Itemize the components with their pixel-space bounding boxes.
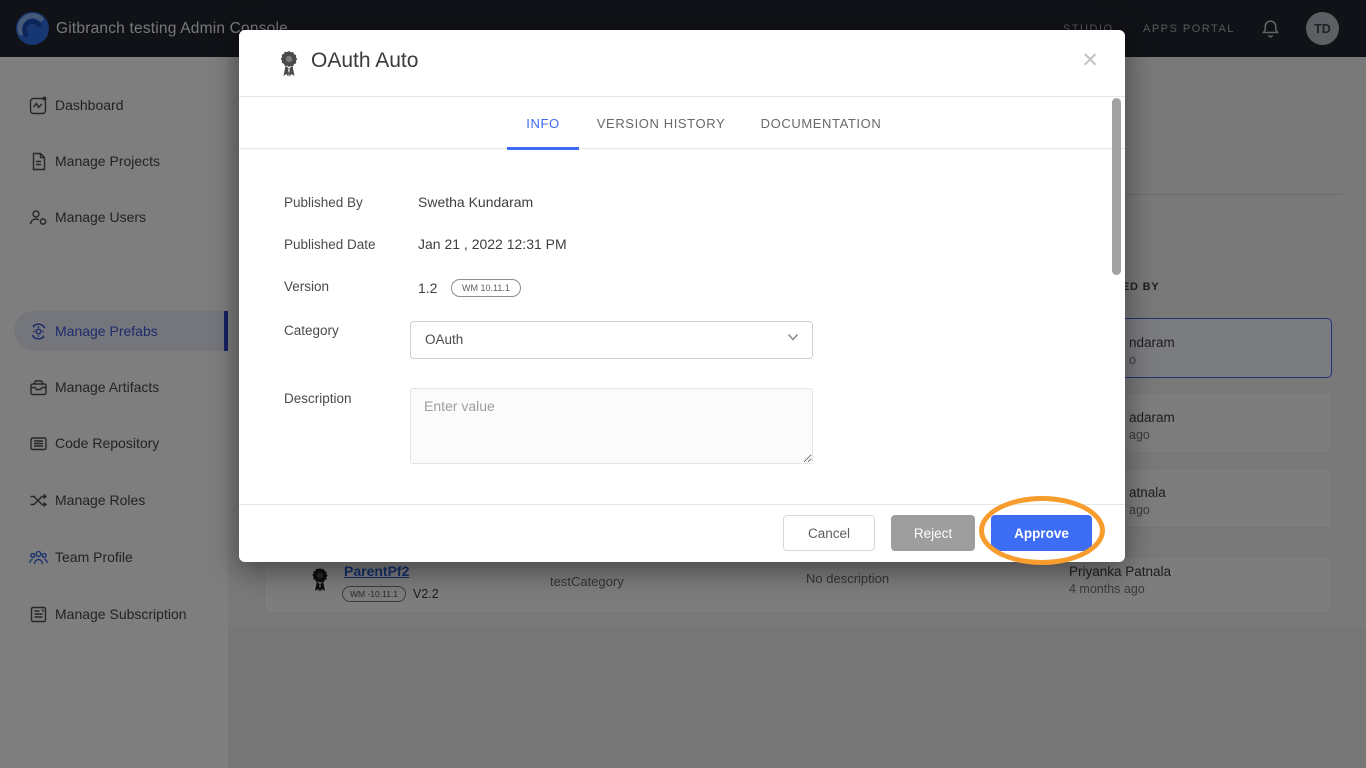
rosette-icon (277, 50, 301, 78)
published-by-label: Published By (284, 195, 363, 210)
description-textarea[interactable] (410, 388, 813, 464)
version-label: Version (284, 279, 329, 294)
modal-header: OAuth Auto ✕ (239, 30, 1125, 97)
approve-button[interactable]: Approve (991, 515, 1092, 551)
published-date-value: Jan 21 , 2022 12:31 PM (418, 236, 567, 252)
category-label: Category (284, 323, 339, 338)
platform-version-badge: WM 10.11.1 (451, 279, 521, 297)
version-value: 1.2 (418, 280, 437, 296)
reject-button[interactable]: Reject (891, 515, 975, 551)
modal-tabs: INFO VERSION HISTORY DOCUMENTATION (239, 97, 1125, 149)
admin-console-app: Gitbranch testing Admin Console STUDIO A… (0, 0, 1366, 768)
category-select[interactable]: OAuth (410, 321, 813, 359)
tab-documentation[interactable]: DOCUMENTATION (753, 97, 889, 149)
tab-info[interactable]: INFO (507, 97, 579, 149)
modal-title: OAuth Auto (311, 49, 418, 73)
chevron-down-icon (786, 330, 800, 344)
close-icon[interactable]: ✕ (1081, 50, 1099, 71)
description-label: Description (284, 391, 352, 406)
category-selected-value: OAuth (425, 332, 463, 347)
prefab-details-modal: OAuth Auto ✕ INFO VERSION HISTORY DOCUME… (239, 30, 1125, 562)
tab-version-history[interactable]: VERSION HISTORY (591, 97, 731, 149)
published-date-label: Published Date (284, 237, 376, 252)
modal-footer: Cancel Reject Approve (239, 504, 1125, 562)
cancel-button[interactable]: Cancel (783, 515, 875, 551)
modal-scrollbar-thumb[interactable] (1112, 98, 1121, 275)
published-by-value: Swetha Kundaram (418, 194, 533, 210)
